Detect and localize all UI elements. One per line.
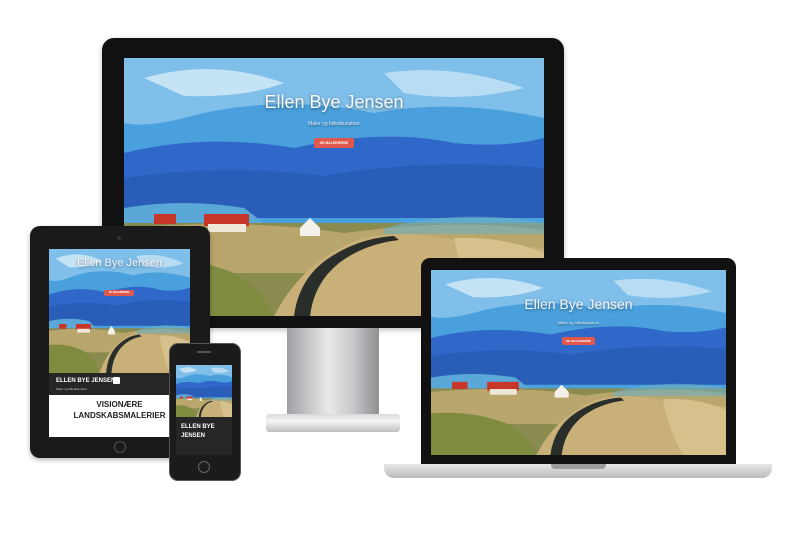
phone-brand: ELLEN BYE JENSEN <box>181 423 215 441</box>
laptop-cta-button[interactable]: SE MALERIERNE <box>562 337 595 345</box>
site-subtitle: Maler og billedkunstner <box>308 121 360 127</box>
laptop-site-subtitle: Maler og billedkunstner <box>557 320 600 325</box>
laptop-site-title: Ellen Bye Jensen <box>524 296 633 312</box>
tablet-camera-icon <box>117 236 121 240</box>
tablet-cta-button[interactable]: SE MALERIERNE <box>104 290 134 296</box>
phone-speaker-icon <box>197 351 211 353</box>
phone-home-button[interactable] <box>198 461 210 473</box>
laptop-notch <box>551 464 606 469</box>
phone-screen: ELLEN BYE JENSEN <box>176 365 232 455</box>
monitor-stand-base <box>266 414 400 432</box>
phone-brand-line1: ELLEN BYE <box>181 424 215 430</box>
site-title: Ellen Bye Jensen <box>264 92 404 112</box>
monitor-stand-neck <box>287 328 379 416</box>
phone-painting <box>176 365 232 417</box>
tablet-brand-sub: Maler og billedkunstner <box>56 387 88 391</box>
phone-brand-line2: JENSEN <box>181 433 206 439</box>
laptop-screen: Ellen Bye Jensen Maler og billedkunstner… <box>431 270 726 455</box>
tablet-site-title: Ellen Bye Jensen <box>77 257 162 269</box>
cta-button[interactable]: SE MALERIERNE <box>314 138 354 148</box>
tablet-home-button[interactable] <box>114 441 126 453</box>
menu-icon[interactable] <box>113 377 120 384</box>
tablet-brand: ELLEN BYE JENSEN <box>56 378 116 384</box>
landscape-painting <box>176 365 232 417</box>
